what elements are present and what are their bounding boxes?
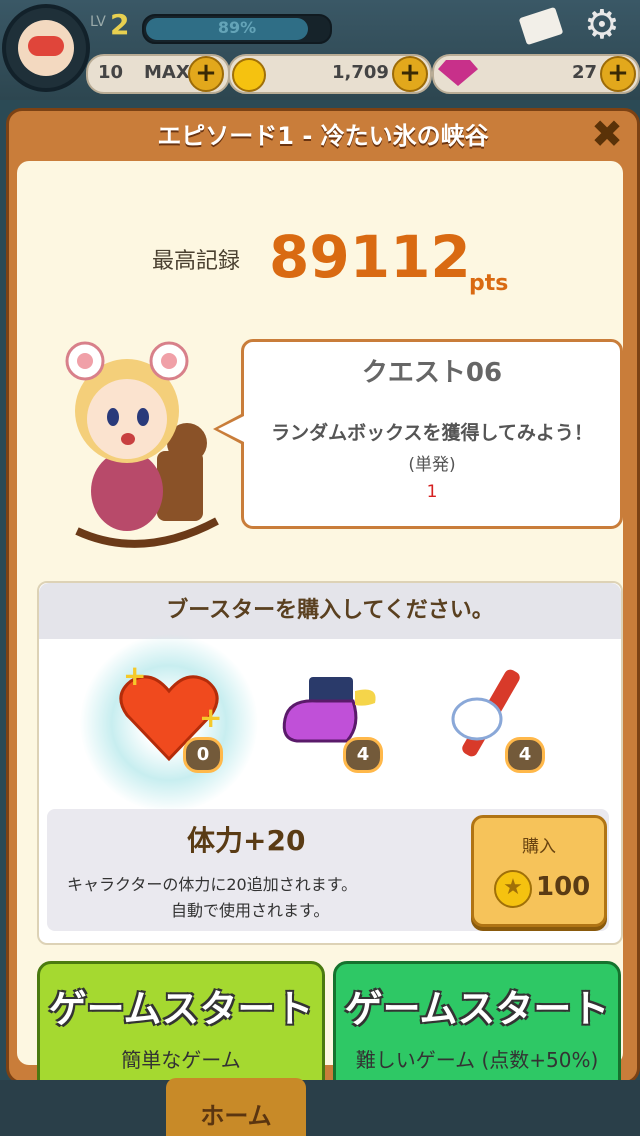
add-coins-button[interactable]: + <box>392 56 428 92</box>
buy-price: 100 <box>536 872 591 902</box>
booster-shoe-count: 4 <box>343 737 383 773</box>
coin-icon: ★ <box>494 870 532 908</box>
level-prefix: LV <box>90 14 106 30</box>
svg-text:+: + <box>199 701 222 734</box>
start-easy-game-button[interactable]: ゲームスタート 簡単なゲーム <box>37 961 325 1097</box>
start-hard-subtitle: 難しいゲーム (点数+50%) <box>355 1048 599 1072</box>
start-hard-title: ゲームスタート <box>344 987 610 1031</box>
start-hard-game-button[interactable]: ゲームスタート 難しいゲーム (点数+50%) <box>333 961 621 1097</box>
booster-heart[interactable]: + + 0 <box>109 655 229 775</box>
hearts-max: MAX <box>144 62 190 83</box>
player-avatar[interactable] <box>2 4 90 92</box>
quest-subtext: (単発) <box>408 455 456 475</box>
gear-icon[interactable]: ⚙ <box>584 2 620 48</box>
xp-percent-label: 89% <box>217 18 257 37</box>
start-easy-subtitle: 簡単なゲーム <box>121 1048 241 1072</box>
booster-shoe[interactable]: 4 <box>269 655 389 775</box>
quest-title: クエスト06 <box>361 358 503 388</box>
close-icon[interactable]: ✖ <box>589 115 625 153</box>
episode-dialog: エピソード1 - 冷たい氷の峡谷 ✖ 最高記録 89112 pts クエスト06… <box>6 108 640 1097</box>
booster-header: ブースターを購入してください。 <box>39 583 621 639</box>
xp-progress-bar: 89% <box>142 14 332 44</box>
booster-description-line2: 自動で使用されます。 <box>171 901 330 920</box>
coin-icon <box>232 58 266 92</box>
booster-dynamite[interactable]: 4 <box>431 655 551 775</box>
booster-name: 体力+20 <box>187 824 306 857</box>
booster-description-line1: キャラクターの体力に20追加されます。 <box>67 875 358 894</box>
hearts-count: 10 <box>98 62 124 83</box>
character-illustration <box>57 331 227 551</box>
level-number: 2 <box>110 8 130 41</box>
booster-heart-count: 0 <box>183 737 223 773</box>
booster-dynamite-count: 4 <box>505 737 545 773</box>
coins-counter: 1,709 + <box>228 54 432 94</box>
buy-label: 購入 <box>522 837 556 857</box>
gem-icon <box>438 60 478 86</box>
start-easy-title: ゲームスタート <box>48 987 314 1031</box>
best-record-unit: pts <box>469 271 509 296</box>
booster-description-box: 体力+20 キャラクターの体力に20追加されます。 自動で使用されます。 購入 … <box>47 809 609 931</box>
coins-value: 1,709 <box>332 62 389 83</box>
dialog-title: エピソード1 - 冷たい氷の峡谷 <box>157 122 489 150</box>
booster-panel: ブースターを購入してください。 + + 0 4 4 体力+20 キャラクターの体… <box>37 581 623 945</box>
buy-booster-button[interactable]: 購入 ★ 100 <box>471 815 607 927</box>
hearts-counter: 10 MAX + <box>86 54 230 94</box>
quest-description: ランダムボックスを獲得してみよう！ <box>271 422 593 444</box>
best-record-label: 最高記録 <box>152 249 241 274</box>
gems-value: 27 <box>572 62 598 83</box>
add-gems-button[interactable]: + <box>600 56 636 92</box>
svg-text:+: + <box>123 659 146 692</box>
tab-home-label: ホーム <box>200 1102 272 1130</box>
best-record-score: 89112 <box>269 223 471 291</box>
quest-speech-bubble: クエスト06 ランダムボックスを獲得してみよう！ (単発) 1 <box>241 339 623 529</box>
quest-count: 1 <box>426 482 438 502</box>
tab-home[interactable]: ホーム <box>166 1078 306 1136</box>
gems-counter: 27 + <box>432 54 640 94</box>
dialog-content: 最高記録 89112 pts クエスト06 ランダムボックスを獲得してみよう！ … <box>17 161 623 1097</box>
bottom-nav <box>0 1080 640 1136</box>
add-hearts-button[interactable]: + <box>188 56 224 92</box>
